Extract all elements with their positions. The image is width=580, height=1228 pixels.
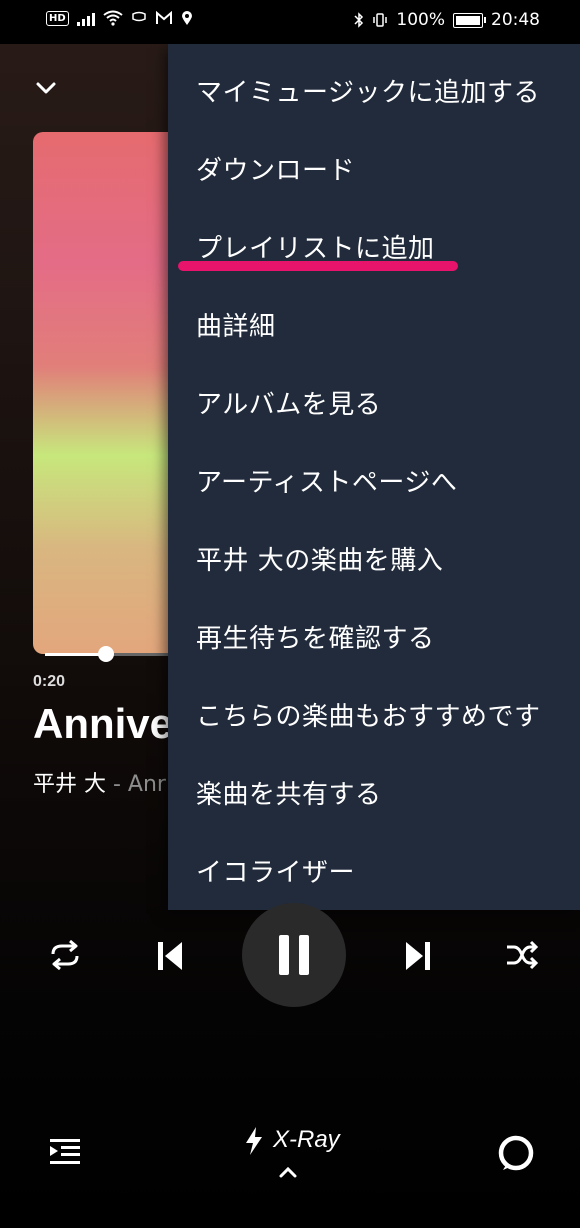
artist-name[interactable]: 平井 大 (33, 772, 106, 797)
battery-icon (453, 12, 486, 28)
chevron-up-icon[interactable] (278, 1165, 298, 1179)
hd-badge: HD (46, 10, 69, 26)
status-right: 100% 20:48 (354, 10, 540, 30)
wifi-icon (103, 10, 123, 26)
menu-item-add-to-my-music[interactable]: マイミュージックに追加する (196, 72, 540, 109)
status-bar: HD 100% 20:48 (0, 0, 580, 44)
next-icon[interactable] (404, 940, 432, 972)
queue-icon[interactable] (50, 1138, 80, 1166)
menu-item-equalizer[interactable]: イコライザー (196, 852, 355, 889)
pause-button[interactable] (242, 903, 346, 1007)
repeat-icon[interactable] (48, 940, 82, 970)
status-left: HD (46, 10, 193, 26)
signal-icon (76, 10, 95, 26)
gmail-icon (155, 11, 172, 24)
bluetooth-icon (354, 12, 364, 28)
progress-knob[interactable] (97, 646, 114, 662)
xray-label[interactable]: X-Ray (273, 1126, 340, 1154)
context-menu: マイミュージックに追加する ダウンロード プレイリストに追加 曲詳細 アルバムを… (168, 44, 580, 910)
menu-item-add-to-playlist[interactable]: プレイリストに追加 (196, 228, 435, 265)
clock: 20:48 (491, 10, 540, 30)
collapse-chevron-icon[interactable] (32, 74, 60, 102)
previous-icon[interactable] (156, 940, 184, 972)
battery-percent: 100% (396, 10, 445, 30)
chat-icon (131, 11, 146, 22)
shuffle-icon[interactable] (505, 940, 539, 970)
menu-item-download[interactable]: ダウンロード (196, 150, 355, 187)
song-title: Annive (33, 700, 174, 747)
menu-item-buy-songs[interactable]: 平井 大の楽曲を購入 (196, 540, 443, 577)
elapsed-time: 0:20 (33, 673, 66, 690)
menu-item-artist-page[interactable]: アーティストページへ (196, 462, 457, 499)
album-name[interactable]: - Anr (106, 772, 166, 797)
highlight-underline (178, 261, 458, 271)
menu-item-share-song[interactable]: 楽曲を共有する (196, 774, 382, 811)
menu-item-view-queue[interactable]: 再生待ちを確認する (196, 618, 435, 655)
vibrate-icon (373, 13, 388, 27)
menu-item-song-details[interactable]: 曲詳細 (196, 306, 276, 343)
menu-item-recommended[interactable]: こちらの楽曲もおすすめです (196, 696, 541, 733)
pause-icon (279, 935, 309, 975)
location-icon (181, 11, 192, 25)
xray-icon[interactable] (244, 1126, 264, 1156)
menu-item-view-album[interactable]: アルバムを見る (196, 384, 381, 421)
progress-fill (45, 653, 106, 656)
song-subtitle: 平井 大 - Anr (33, 766, 166, 798)
alexa-icon[interactable] (497, 1134, 535, 1172)
